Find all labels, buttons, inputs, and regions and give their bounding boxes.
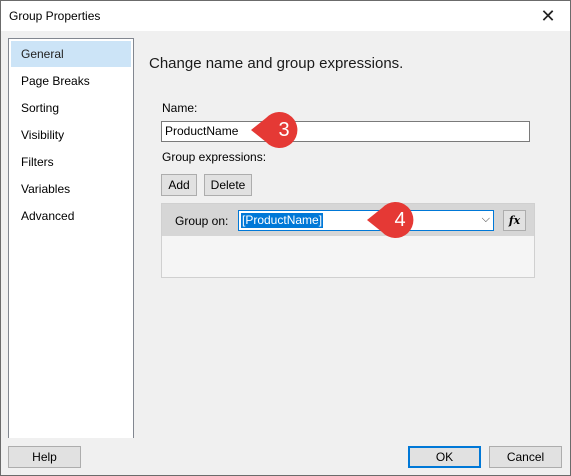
group-expressions-grid: Group on: [ProductName] ⌵ fx bbox=[161, 203, 535, 278]
callout-3-number: 3 bbox=[278, 119, 290, 141]
page-heading: Change name and group expressions. bbox=[149, 55, 404, 72]
step-3-callout: 3 bbox=[249, 110, 309, 150]
sidebar-item-advanced[interactable]: Advanced bbox=[11, 203, 131, 229]
sidebar-item-sorting[interactable]: Sorting bbox=[11, 95, 131, 121]
close-icon[interactable]: ✕ bbox=[526, 1, 570, 31]
callout-4-number: 4 bbox=[394, 209, 406, 231]
group-on-label: Group on: bbox=[175, 214, 229, 228]
title-bar: Group Properties ✕ bbox=[1, 1, 570, 31]
table-row: Group on: [ProductName] ⌵ fx bbox=[162, 204, 534, 236]
general-panel: Change name and group expressions. Name:… bbox=[140, 32, 570, 438]
sidebar-item-visibility[interactable]: Visibility bbox=[11, 122, 131, 148]
group-expressions-label: Group expressions: bbox=[162, 150, 267, 164]
sidebar: General Page Breaks Sorting Visibility F… bbox=[8, 38, 134, 440]
chevron-down-icon[interactable]: ⌵ bbox=[482, 213, 490, 226]
sidebar-item-page-breaks[interactable]: Page Breaks bbox=[11, 68, 131, 94]
help-button[interactable]: Help bbox=[8, 446, 81, 468]
sidebar-item-general[interactable]: General bbox=[11, 41, 131, 67]
expression-fx-button[interactable]: fx bbox=[503, 210, 526, 231]
name-field[interactable]: ProductName bbox=[161, 121, 530, 142]
window-title: Group Properties bbox=[9, 9, 101, 23]
name-label: Name: bbox=[162, 101, 198, 115]
ok-button[interactable]: OK bbox=[408, 446, 481, 468]
add-button[interactable]: Add bbox=[161, 174, 197, 196]
sidebar-item-filters[interactable]: Filters bbox=[11, 149, 131, 175]
group-on-value[interactable]: [ProductName] bbox=[241, 213, 324, 228]
sidebar-item-variables[interactable]: Variables bbox=[11, 176, 131, 202]
group-properties-dialog: Group Properties ✕ General Page Breaks S… bbox=[0, 0, 571, 476]
cancel-button[interactable]: Cancel bbox=[489, 446, 562, 468]
footer: Help OK Cancel bbox=[1, 438, 570, 475]
delete-button[interactable]: Delete bbox=[204, 174, 252, 196]
step-4-callout: 4 bbox=[365, 200, 425, 240]
